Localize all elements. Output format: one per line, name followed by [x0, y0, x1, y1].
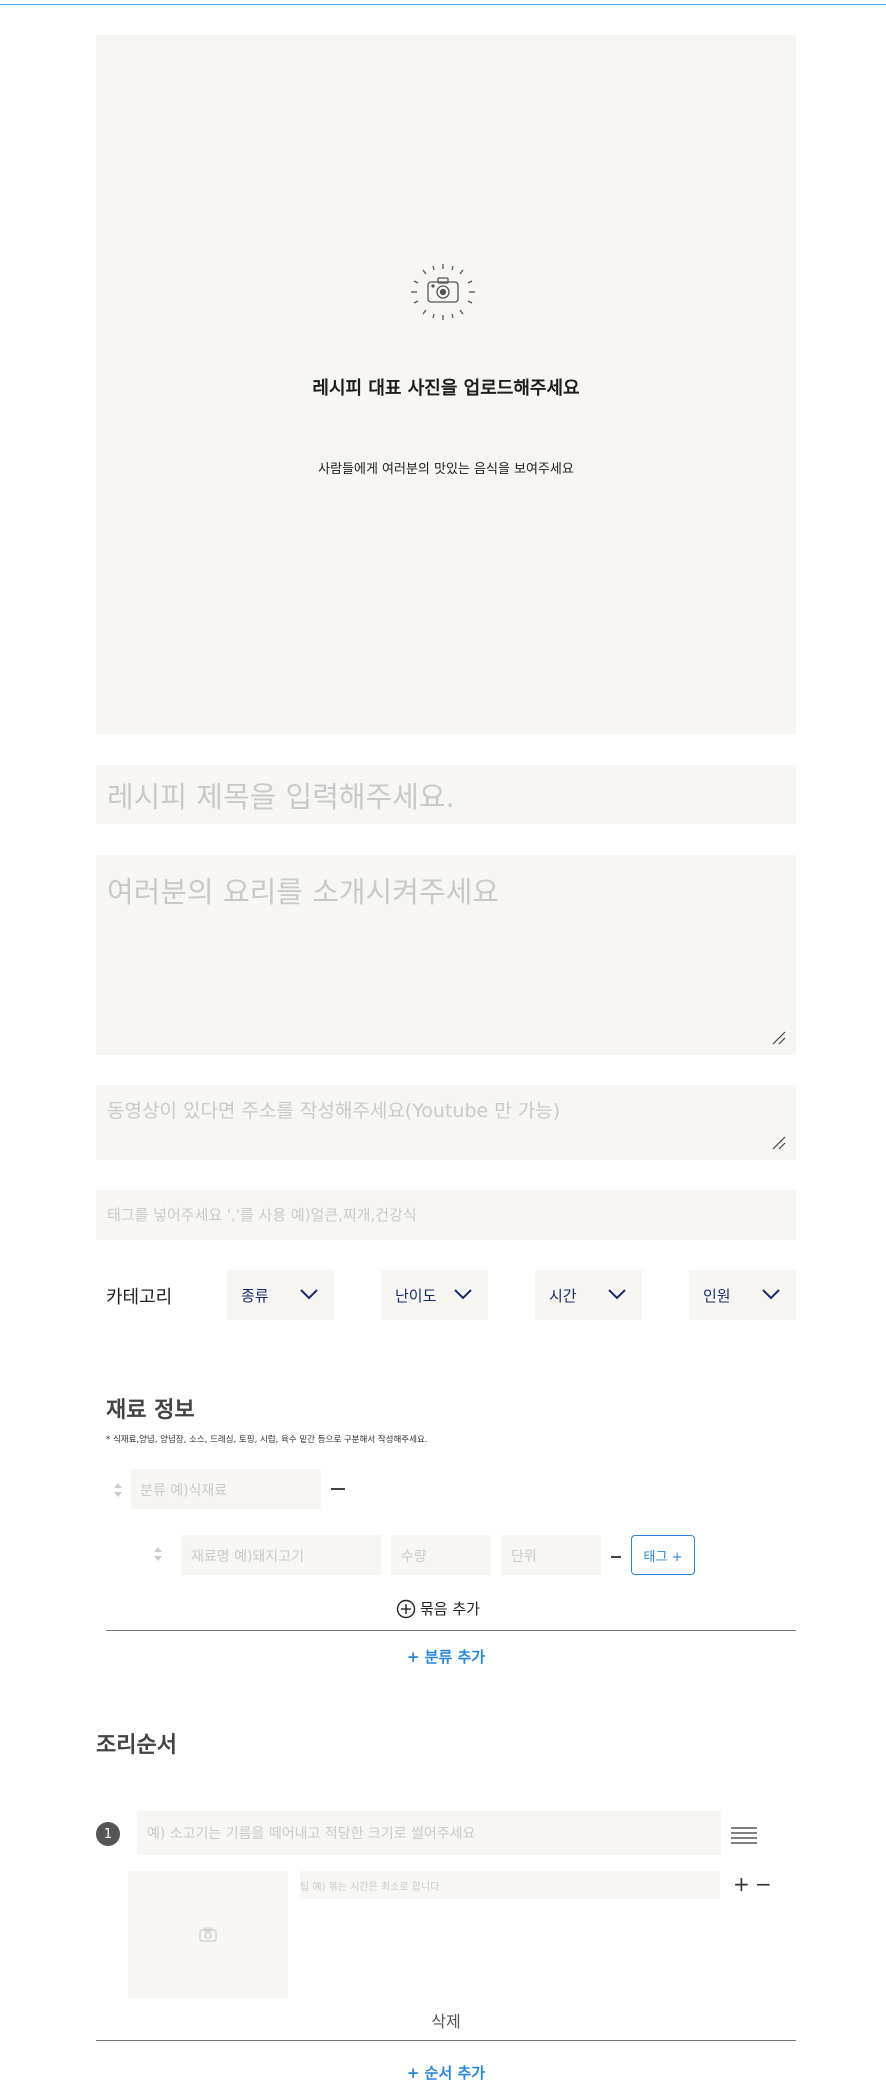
recipe-title-input[interactable]: 레시피 제목을 입력해주세요. [96, 765, 796, 824]
step-description-input[interactable]: 예) 소고기는 기름을 떼어내고 적당한 크기로 썰어주세요 [137, 1811, 721, 1855]
resize-handle-icon[interactable] [772, 1031, 786, 1045]
remove-ingredient-button[interactable] [611, 1556, 621, 1558]
ingredient-unit-input[interactable]: 단위 [501, 1535, 601, 1575]
video-url-textarea[interactable]: 동영상이 있다면 주소를 작성해주세요(Youtube 만 가능) [96, 1085, 796, 1160]
camera-icon [411, 264, 475, 320]
chevron-down-icon [608, 1289, 626, 1300]
ingredients-note: * 식재료,양념, 양념장, 소스, 드레싱, 토핑, 시럽, 육수 밑간 등으… [106, 1435, 428, 1445]
category-difficulty-select[interactable]: 난이도 [381, 1270, 488, 1320]
camera-icon [199, 1927, 217, 1942]
select-label: 종류 [241, 1286, 269, 1305]
steps-divider [96, 2040, 796, 2041]
resize-handle-icon[interactable] [772, 1136, 786, 1150]
tags-input[interactable]: 태그를 넣어주세요 ','를 사용 예)얼큰,찌개,건강식 [96, 1190, 796, 1240]
select-label: 시간 [549, 1286, 577, 1305]
category-type-select[interactable]: 종류 [227, 1270, 334, 1320]
ingredient-name-input[interactable]: 재료명 예)돼지고기 [181, 1535, 381, 1575]
ingredients-title: 재료 정보 [106, 1398, 195, 1423]
class-add-button[interactable]: + 분류 추가 [96, 1646, 796, 1667]
ingredients-divider [106, 1630, 796, 1631]
chevron-down-icon [762, 1289, 780, 1300]
remove-group-button[interactable] [331, 1488, 345, 1490]
ingredient-group-input[interactable]: 분류 예)식재료 [131, 1469, 321, 1509]
select-label: 난이도 [395, 1286, 437, 1305]
step-add-button[interactable]: + 순서 추가 [96, 2062, 796, 2083]
sort-handle-icon[interactable] [153, 1546, 163, 1562]
steps-title: 조리순서 [96, 1733, 177, 1758]
photo-upload-subtitle: 사람들에게 여러분의 맛있는 음식을 보여주세요 [318, 462, 574, 477]
video-placeholder: 동영상이 있다면 주소를 작성해주세요(Youtube 만 가능) [107, 1100, 561, 1122]
remove-tip-button[interactable]: − [755, 1872, 772, 1896]
chevron-down-icon [300, 1289, 318, 1300]
recipe-intro-textarea[interactable]: 여러분의 요리를 소개시켜주세요 [96, 855, 796, 1055]
tag-add-button[interactable]: 태그 + [631, 1535, 695, 1575]
step-photo-upload[interactable] [128, 1871, 288, 1998]
step-number-badge: 1 [96, 1822, 120, 1846]
intro-placeholder: 여러분의 요리를 소개시켜주세요 [107, 875, 499, 909]
bundle-add-button[interactable]: 묶음 추가 [396, 1598, 480, 1619]
step-tip-input[interactable]: 팁 예) 볶는 시간은 최소로 합니다 [300, 1871, 720, 1899]
category-label: 카테고리 [106, 1287, 173, 1308]
photo-upload-title: 레시피 대표 사진을 업로드해주세요 [312, 378, 580, 399]
select-label: 인원 [703, 1286, 731, 1305]
drag-menu-icon[interactable] [731, 1826, 757, 1844]
add-tip-button[interactable]: + [733, 1872, 750, 1896]
category-time-select[interactable]: 시간 [535, 1270, 642, 1320]
bundle-add-label: 묶음 추가 [420, 1600, 480, 1618]
step-delete-button[interactable]: 삭제 [96, 2008, 796, 2032]
sort-handle-icon[interactable] [113, 1482, 123, 1498]
chevron-down-icon [454, 1289, 472, 1300]
category-servings-select[interactable]: 인원 [689, 1270, 796, 1320]
top-divider [0, 4, 886, 5]
ingredient-qty-input[interactable]: 수량 [391, 1535, 491, 1575]
plus-circle-icon [396, 1599, 416, 1618]
